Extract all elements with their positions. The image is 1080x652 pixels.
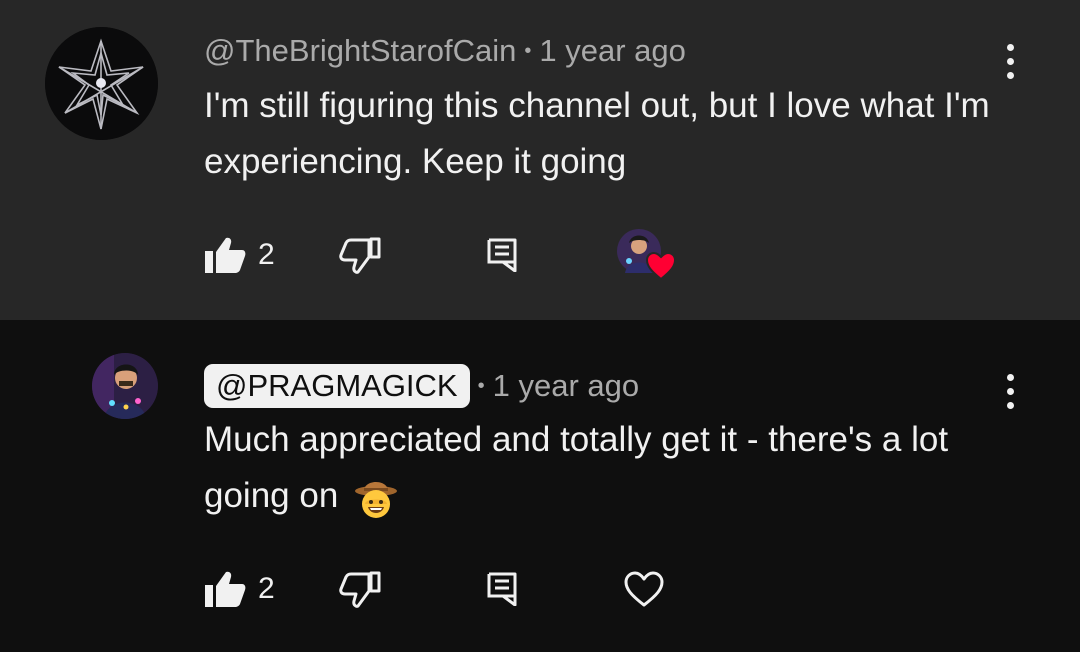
thumbs-up-icon — [205, 571, 246, 607]
comment-actions: 2 — [204, 564, 665, 614]
heart-icon — [645, 251, 676, 281]
comment-meta: @TheBrightStarofCain • 1 year ago — [204, 30, 686, 72]
thumbs-down-icon — [338, 237, 381, 274]
reply-button[interactable] — [487, 238, 517, 272]
commenter-avatar[interactable] — [45, 27, 158, 140]
comment-reply-item: @PRAGMAGICK • 1 year ago Much appreciate… — [0, 320, 1080, 652]
thumbs-down-icon — [338, 571, 381, 608]
comment-timestamp[interactable]: 1 year ago — [493, 368, 640, 404]
reply-button[interactable] — [487, 572, 517, 606]
cowboy-hat-face-icon — [355, 481, 398, 518]
comment-actions: 2 — [204, 229, 679, 281]
comment-meta: @PRAGMAGICK • 1 year ago — [204, 362, 639, 410]
creator-heart-badge[interactable] — [616, 229, 679, 281]
more-vertical-icon — [1006, 44, 1014, 51]
heart-icon — [624, 571, 664, 607]
comment-text: I'm still figuring this channel out, but… — [204, 86, 990, 181]
comment-text-body: Much appreciated and totally get it - th… — [204, 420, 949, 515]
comment-thread-item: @TheBrightStarofCain • 1 year ago I'm st… — [0, 0, 1080, 320]
like-count: 2 — [258, 572, 275, 605]
thumbs-up-icon — [205, 237, 246, 273]
dislike-button[interactable] — [338, 236, 381, 274]
separator-dot: • — [524, 39, 532, 62]
reply-icon — [487, 572, 517, 606]
comment-timestamp[interactable]: 1 year ago — [539, 33, 686, 69]
separator-dot: • — [477, 374, 485, 397]
more-actions-button[interactable] — [998, 374, 1022, 409]
commenter-avatar[interactable] — [92, 353, 158, 419]
heart-button[interactable] — [623, 570, 665, 608]
like-button[interactable]: 2 — [204, 570, 275, 608]
dislike-button[interactable] — [338, 570, 381, 608]
commenter-handle[interactable]: @TheBrightStarofCain — [204, 33, 516, 69]
more-vertical-icon — [1006, 374, 1014, 381]
comment-text: Much appreciated and totally get it - th… — [204, 412, 1004, 524]
reply-icon — [487, 238, 517, 272]
more-actions-button[interactable] — [998, 44, 1022, 79]
like-button[interactable]: 2 — [204, 236, 275, 274]
creator-handle-badge[interactable]: @PRAGMAGICK — [204, 364, 470, 408]
like-count: 2 — [258, 238, 275, 271]
